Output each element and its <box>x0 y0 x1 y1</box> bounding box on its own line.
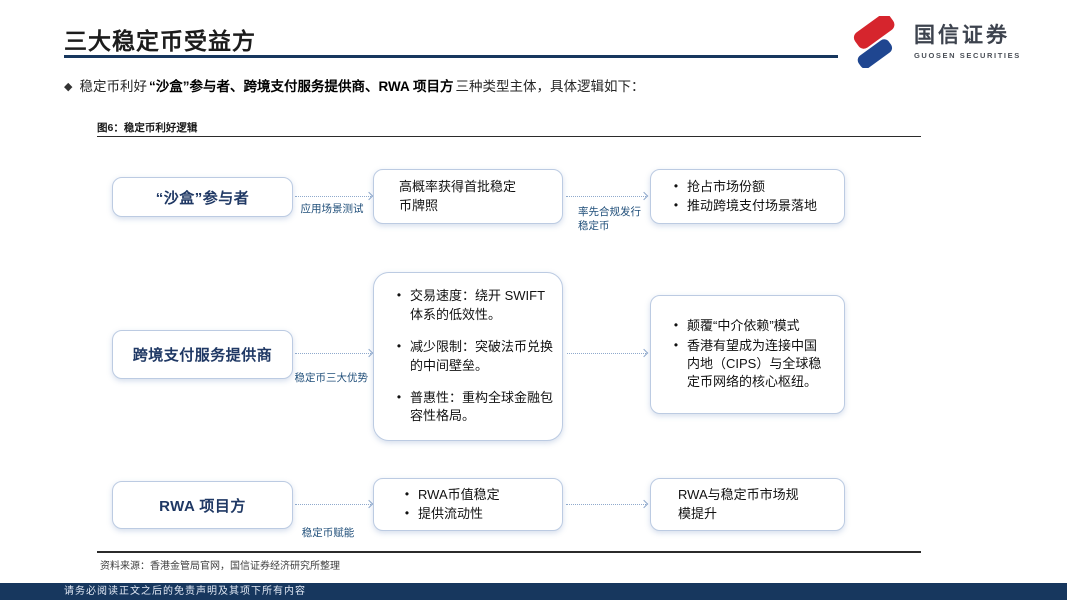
bullet-dot: • <box>396 288 402 303</box>
figure-bottom-rule <box>97 551 921 553</box>
entity-box-sandbox: “沙盒”参与者 <box>112 177 293 217</box>
bullet-dot: • <box>673 178 679 193</box>
bullet-item: • 抢占市场份额 <box>665 178 838 196</box>
bullet-dot: • <box>396 339 402 354</box>
box-text: 高概率获得首批稳定币牌照 <box>399 179 517 213</box>
bullet-dot: • <box>396 389 402 404</box>
entity-label: “沙盒”参与者 <box>155 189 250 207</box>
arrow-label: 率先合规发行稳定币 <box>578 206 641 232</box>
figure-caption: 图6：稳定币利好逻辑 <box>97 122 198 134</box>
bullet-item: • RWA币值稳定 <box>396 486 556 504</box>
bullet-dot: • <box>673 198 679 212</box>
bullet-item: • 提供流动性 <box>396 505 556 523</box>
page-title: 三大稳定币受益方 <box>64 28 256 54</box>
flow-arrow <box>295 196 371 197</box>
arrow-label: 稳定币赋能 <box>301 527 355 539</box>
bullet-item: • 交易速度：绕开 SWIFT 体系的低效性。 <box>388 287 556 324</box>
diamond-bullet-icon: ◆ <box>64 81 73 93</box>
bullet-dot: • <box>673 337 679 352</box>
logo-name-en: GUOSEN SECURITIES <box>914 50 1021 60</box>
flow-arrow <box>566 504 646 505</box>
outcome-box-sandbox: • 抢占市场份额 • 推动跨境支付场景落地 <box>650 169 845 224</box>
disclaimer-bar: 请务必阅读正文之后的免责声明及其项下所有内容 <box>0 583 1067 600</box>
intro-lead: 稳定币利好 <box>79 79 147 94</box>
flow-arrow <box>566 196 646 197</box>
outcome-box-crossborder: • 颠覆“中介依赖”模式 • 香港有望成为连接中国内地（CIPS）与全球稳定币网络的… <box>650 295 845 414</box>
mechanism-box-sandbox: 高概率获得首批稳定币牌照 <box>373 169 563 224</box>
logo-name-cn: 国信证券 <box>914 24 1010 48</box>
flow-arrow <box>567 353 646 354</box>
flow-arrow <box>295 353 371 354</box>
figure-source: 资料来源：香港金管局官网，国信证券经济研究所整理 <box>100 561 340 572</box>
bullet-item: • 普惠性：重构全球金融包容性格局。 <box>388 389 556 426</box>
arrow-label: 应用场景测试 <box>300 203 364 215</box>
title-underline <box>64 55 838 58</box>
company-logo: 国信证券 GUOSEN SECURITIES <box>845 16 1021 68</box>
mechanism-box-crossborder: • 交易速度：绕开 SWIFT 体系的低效性。 • 减少限制：突破法币兑换的中间壁垒… <box>373 272 563 441</box>
bullet-item: • 减少限制：突破法币兑换的中间壁垒。 <box>388 338 556 375</box>
intro-line: ◆ 稳定币利好 “沙盒”参与者、跨境支付服务提供商、RWA 项目方 三种类型主体，具体… <box>64 78 644 97</box>
entity-box-rwa: RWA 项目方 <box>112 481 293 529</box>
arrow-label: 稳定币三大优势 <box>294 372 369 384</box>
figure-top-rule <box>97 136 921 137</box>
entity-label: RWA 项目方 <box>159 497 246 515</box>
slide: 三大稳定币受益方 国信证券 GUOSEN SECURITIES ◆ 稳定币利好 “沙… <box>0 0 1067 600</box>
outcome-box-rwa: RWA与稳定币市场规模提升 <box>650 478 845 531</box>
box-text: RWA与稳定币市场规模提升 <box>678 487 799 521</box>
mechanism-box-rwa: • RWA币值稳定 • 提供流动性 <box>373 478 563 531</box>
entity-box-crossborder: 跨境支付服务提供商 <box>112 330 293 379</box>
flow-arrow <box>295 504 371 505</box>
bullet-item: • 香港有望成为连接中国内地（CIPS）与全球稳定币网络的核心枢纽。 <box>665 337 838 392</box>
bullet-dot: • <box>404 506 410 520</box>
intro-emphasis: “沙盒”参与者、跨境支付服务提供商、RWA 项目方 <box>148 79 454 94</box>
bullet-dot: • <box>404 486 410 501</box>
disclaimer-text: 请务必阅读正文之后的免责声明及其项下所有内容 <box>64 586 306 597</box>
bullet-dot: • <box>673 318 679 333</box>
bullet-item: • 推动跨境支付场景落地 <box>665 197 838 215</box>
logo-wordmark: 国信证券 GUOSEN SECURITIES <box>914 24 1021 59</box>
bullet-item: • 颠覆“中介依赖”模式 <box>665 317 838 335</box>
guosen-logo-icon <box>853 16 895 68</box>
intro-tail: 三种类型主体，具体逻辑如下： <box>455 79 645 94</box>
entity-label: 跨境支付服务提供商 <box>132 347 273 364</box>
